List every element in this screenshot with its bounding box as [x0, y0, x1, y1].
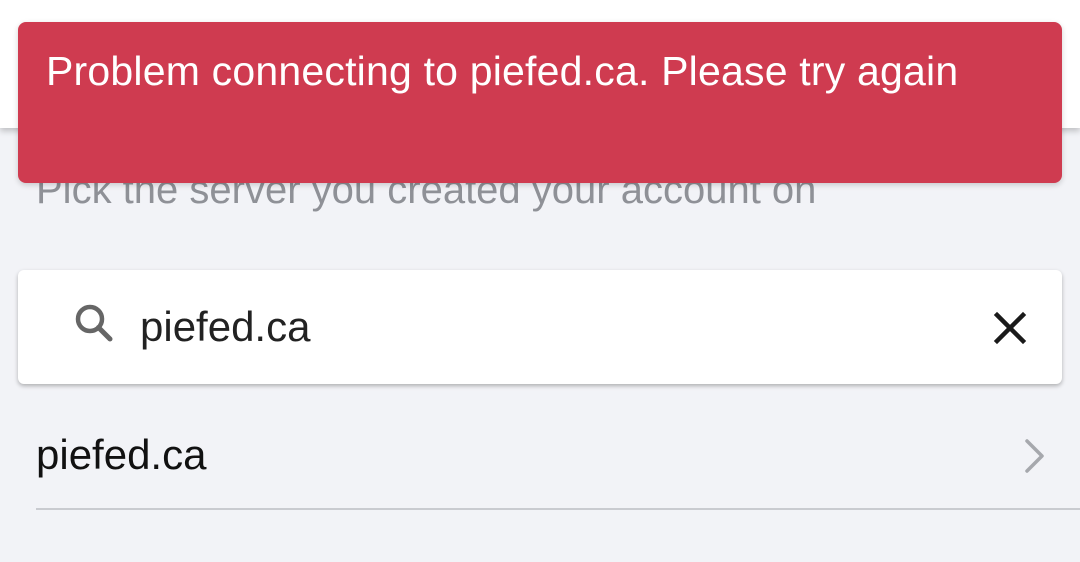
- search-icon: [72, 302, 120, 350]
- server-search-input[interactable]: [140, 297, 960, 357]
- server-search-bar: [18, 270, 1062, 384]
- server-list-item[interactable]: piefed.ca: [36, 402, 1080, 509]
- server-list-item-label: piefed.ca: [36, 431, 207, 478]
- error-toast-message: Problem connecting to piefed.ca. Please …: [46, 48, 959, 94]
- chevron-right-icon: [1022, 436, 1048, 476]
- error-toast[interactable]: Problem connecting to piefed.ca. Please …: [18, 22, 1062, 183]
- close-icon[interactable]: [988, 306, 1032, 350]
